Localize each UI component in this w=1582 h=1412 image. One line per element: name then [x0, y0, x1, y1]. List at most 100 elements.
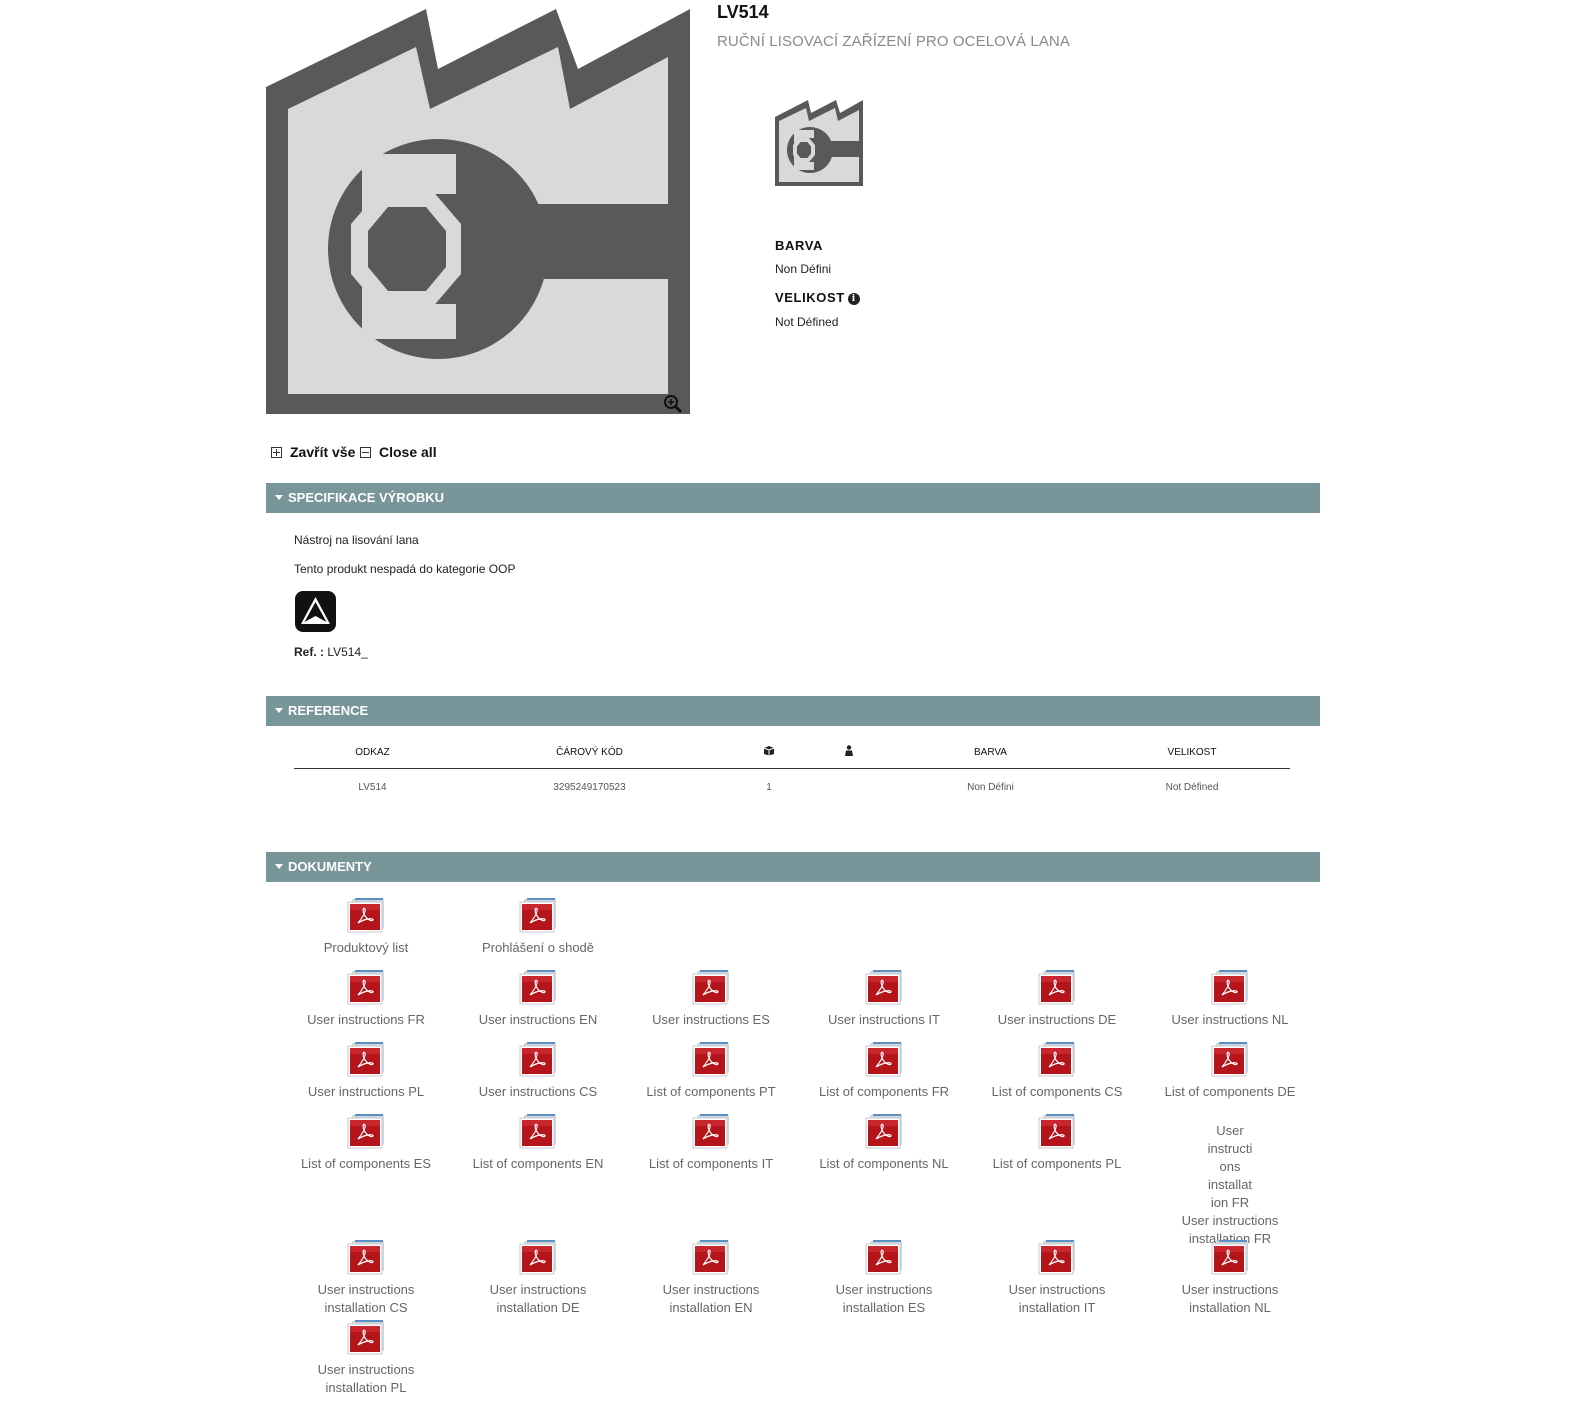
document-link[interactable]: User instructions FR	[291, 970, 441, 1029]
document-label: List of components CS	[991, 1084, 1123, 1099]
document-link[interactable]: User instructions installation CS	[291, 1240, 441, 1317]
spec-line-2: Tento produkt nespadá do kategorie OOP	[294, 562, 516, 576]
cell-qty: 1	[766, 781, 772, 793]
caret-down-icon	[275, 495, 283, 500]
document-label: User instructions NL	[1171, 1012, 1289, 1027]
pdf-icon	[347, 1042, 385, 1077]
pdf-icon	[1038, 1240, 1076, 1275]
document-label: Produktový list	[323, 940, 409, 955]
document-link[interactable]: User instructions installation EN	[636, 1240, 786, 1317]
document-label: List of components PT	[646, 1084, 776, 1099]
document-label: List of components NL	[819, 1156, 949, 1171]
document-link[interactable]: List of components FR	[809, 1042, 959, 1101]
pdf-icon	[692, 1042, 730, 1077]
product-thumbnail[interactable]	[775, 100, 863, 186]
document-label: User instructions installation CS	[317, 1282, 415, 1315]
pdf-icon	[865, 1042, 903, 1077]
broken-image-alt: User instructi ons installat ion FR	[1207, 1123, 1253, 1210]
pdf-icon	[865, 970, 903, 1005]
document-link[interactable]: List of components IT	[636, 1114, 786, 1173]
document-label: User instructions IT	[828, 1012, 940, 1027]
document-link[interactable]: User instructions installation PL	[291, 1320, 441, 1397]
spec-ref-value: LV514_	[327, 645, 368, 659]
pdf-icon	[519, 1114, 557, 1149]
document-link[interactable]: User instructions PL	[291, 1042, 441, 1101]
document-link[interactable]: List of components EN	[463, 1114, 613, 1173]
caret-down-icon	[275, 864, 283, 869]
document-link[interactable]: List of components PL	[982, 1114, 1132, 1173]
col-barva[interactable]: BARVA	[887, 736, 1094, 769]
col-person[interactable]	[810, 736, 887, 769]
close-all-toggle[interactable]: Close all	[360, 444, 437, 460]
minus-square-icon	[360, 446, 371, 458]
pdf-icon	[347, 898, 385, 933]
spec-ref: Ref. : LV514_	[294, 645, 368, 659]
document-link[interactable]: User instructions installation IT	[982, 1240, 1132, 1317]
col-barcode[interactable]: ČÁROVÝ KÓD	[451, 736, 728, 769]
document-link[interactable]: List of components DE	[1155, 1042, 1305, 1101]
document-link[interactable]: User instructions IT	[809, 970, 959, 1029]
section-spec-header[interactable]: SPECIFIKACE VÝROBKU	[266, 483, 1320, 513]
document-link[interactable]: Prohlášení o shodě	[463, 898, 613, 957]
section-documents-title: DOKUMENTY	[288, 859, 372, 874]
document-label: List of components IT	[648, 1156, 774, 1171]
document-link[interactable]: User instructi ons installat ion FR User …	[1155, 1122, 1305, 1248]
person-icon	[844, 745, 853, 756]
document-label: User instructions FR	[307, 1012, 425, 1027]
document-label: List of components DE	[1164, 1084, 1296, 1099]
color-value: Non Défini	[775, 262, 832, 276]
expand-all-toggle[interactable]: Zavřít vše	[271, 444, 355, 460]
document-link[interactable]: List of components NL	[809, 1114, 959, 1173]
document-link[interactable]: List of components ES	[291, 1114, 441, 1173]
document-label: User instructions installation NL	[1181, 1282, 1279, 1315]
col-box[interactable]	[728, 736, 810, 769]
table-row[interactable]: LV514 3295249170523 1 Non Défini Not Déf…	[294, 769, 1290, 806]
size-label-row: VELIKOST i	[775, 290, 860, 305]
pdf-icon	[865, 1240, 903, 1275]
document-link[interactable]: User instructions NL	[1155, 970, 1305, 1029]
pdf-icon	[1038, 970, 1076, 1005]
pdf-icon	[692, 1114, 730, 1149]
document-link[interactable]: Produktový list	[291, 898, 441, 957]
pdf-icon	[865, 1114, 903, 1149]
product-code: LV514	[717, 2, 769, 22]
pdf-icon	[519, 1240, 557, 1275]
product-main-image[interactable]	[266, 9, 690, 414]
reference-table-header: ODKAZ ČÁROVÝ KÓD BARVA VELIKOST	[294, 736, 1290, 769]
pdf-icon	[1211, 1042, 1249, 1077]
document-label: List of components FR	[818, 1084, 950, 1099]
document-link[interactable]: User instructions EN	[463, 970, 613, 1029]
document-link[interactable]: User instructions CS	[463, 1042, 613, 1101]
document-link[interactable]: User instructions installation ES	[809, 1240, 959, 1317]
col-velikost[interactable]: VELIKOST	[1094, 736, 1290, 769]
document-link[interactable]: User instructions installation DE	[463, 1240, 613, 1317]
cell-odkaz: LV514	[358, 781, 387, 793]
pdf-icon	[347, 1320, 385, 1355]
spec-line-1: Nástroj na lisování lana	[294, 533, 419, 547]
section-documents-header[interactable]: DOKUMENTY	[266, 852, 1320, 882]
cell-velikost: Not Défined	[1165, 781, 1219, 793]
pdf-icon	[519, 970, 557, 1005]
document-label: User instructions installation ES	[835, 1282, 933, 1315]
pdf-icon	[692, 1240, 730, 1275]
document-label: User instructions DE	[997, 1012, 1117, 1027]
category-logo-icon	[294, 590, 337, 633]
cell-barcode: 3295249170523	[553, 781, 626, 793]
section-reference-title: REFERENCE	[288, 703, 369, 718]
pdf-icon	[519, 1042, 557, 1077]
section-reference-header[interactable]: REFERENCE	[266, 696, 1320, 726]
pdf-icon	[1038, 1114, 1076, 1149]
document-link[interactable]: User instructions ES	[636, 970, 786, 1029]
info-icon[interactable]: i	[847, 293, 860, 305]
expand-all-label: Zavřít vše	[290, 444, 356, 460]
document-label: User instructions installation EN	[662, 1282, 760, 1315]
document-label: User instructions CS	[478, 1084, 598, 1099]
document-label: User instructions installation IT	[1008, 1282, 1106, 1315]
col-odkaz[interactable]: ODKAZ	[294, 736, 451, 769]
document-link[interactable]: List of components PT	[636, 1042, 786, 1101]
document-link[interactable]: User instructions DE	[982, 970, 1132, 1029]
zoom-in-icon[interactable]	[663, 394, 683, 414]
document-link[interactable]: User instructions installation NL	[1155, 1240, 1305, 1317]
document-link[interactable]: List of components CS	[982, 1042, 1132, 1101]
document-label: User instructions ES	[652, 1012, 770, 1027]
